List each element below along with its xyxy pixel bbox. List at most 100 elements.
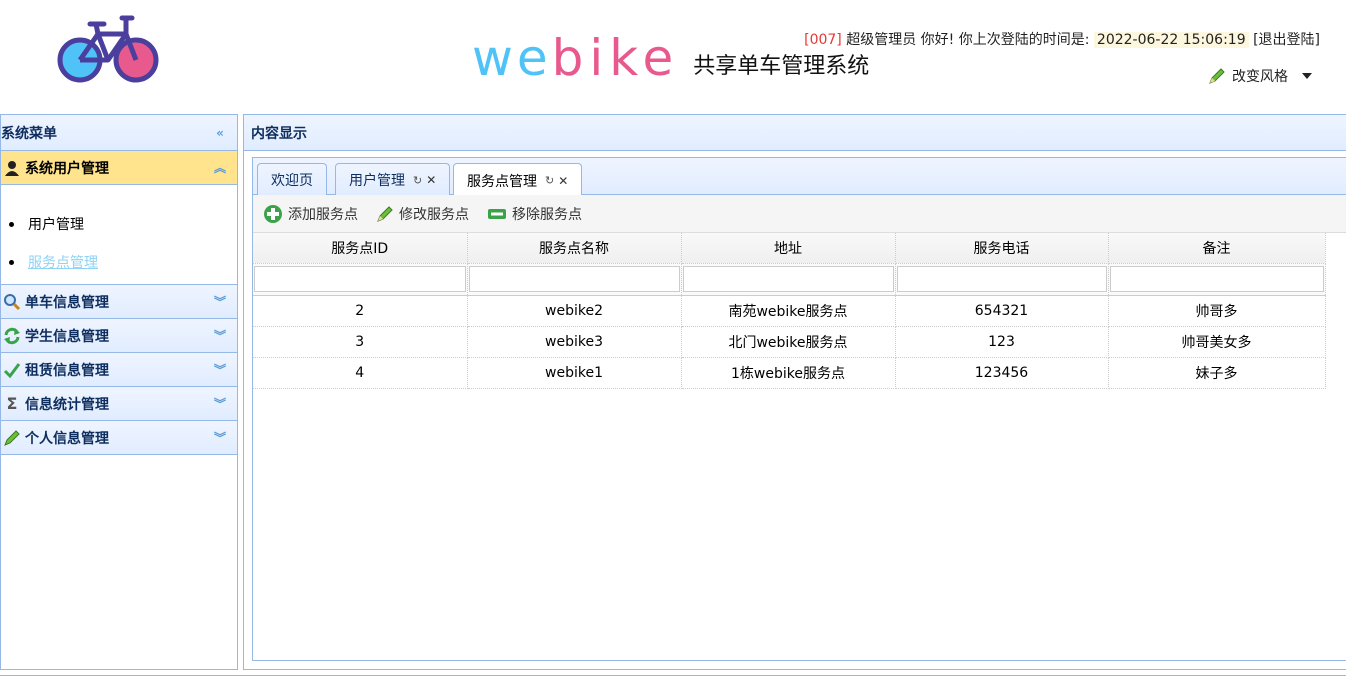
menu-item-user-management[interactable]: 用户管理 [1,205,237,243]
logout-link[interactable]: [退出登陆] [1253,32,1320,48]
table-row[interactable]: 2 webike2 南苑webike服务点 654321 帅哥多 [253,295,1326,327]
cell-id: 3 [253,326,468,358]
content-panel-title: 内容显示 [251,125,307,142]
system-menu-title: 系统菜单 [1,125,57,142]
add-service-point-button[interactable]: 添加服务点 [263,204,358,224]
cell-name: webike2 [467,295,682,327]
menu-section-label: 学生信息管理 [25,328,109,345]
bicycle-logo-icon [57,15,159,83]
column-header-address[interactable]: 地址 [681,233,896,264]
cell-remark: 帅哥多 [1108,295,1326,327]
change-style-button[interactable]: 改变风格 [1208,66,1312,86]
system-menu-panel: 系统菜单 « 系统用户管理 ︽ 用户管理 服务点管理 单车信息管理 ︾ 学生信息… [0,114,238,670]
footer-divider [0,675,1346,679]
user-info-bar: [007] 超级管理员 你好! 你上次登陆的时间是: 2022-06-22 15… [804,29,1320,49]
menu-section-student-info[interactable]: 学生信息管理 ︾ [1,319,237,353]
tab-welcome[interactable]: 欢迎页 [257,163,327,196]
content-panel: 内容显示 欢迎页 用户管理 ↻ ✕ 服务点管理 ↻ ✕ 添加服务点 修改服务点 … [243,114,1346,670]
user-id: [007] [804,32,842,48]
header: we bike 共享单车管理系统 [007] 超级管理员 你好! 你上次登陆的时… [0,0,1346,108]
cell-remark: 妹子多 [1108,357,1326,389]
tab-service-point-management[interactable]: 服务点管理 ↻ ✕ [453,163,583,197]
greeting-text: 超级管理员 你好! 你上次登陆的时间是: [846,32,1090,48]
expand-down-icon[interactable]: ︾ [213,329,227,343]
column-header-phone[interactable]: 服务电话 [895,233,1109,264]
refresh-icon[interactable]: ↻ [545,174,554,187]
user-icon [5,160,19,176]
filter-input-remark[interactable] [1109,266,1324,292]
service-point-table: 服务点ID 服务点名称 地址 服务电话 备注 2 webike2 南苑webik… [253,233,1326,389]
remove-service-point-button[interactable]: 移除服务点 [487,204,582,224]
filter-input-address[interactable] [682,266,894,292]
tab-label: 用户管理 [349,173,405,189]
datagrid-toolbar: 添加服务点 修改服务点 移除服务点 [253,195,1346,233]
cell-phone: 123456 [895,357,1109,389]
edit-label: 修改服务点 [399,206,469,223]
close-icon[interactable]: ✕ [558,174,568,188]
collapse-left-icon[interactable]: « [213,126,227,140]
menu-section-label: 个人信息管理 [25,430,109,447]
menu-section-bike-info[interactable]: 单车信息管理 ︾ [1,285,237,319]
pencil-icon [1209,68,1225,84]
filter-row [253,263,1326,296]
system-menu-header: 系统菜单 « [1,115,237,151]
cell-name: webike3 [467,326,682,358]
filter-input-name[interactable] [468,266,680,292]
expand-down-icon[interactable]: ︾ [213,431,227,445]
table-row[interactable]: 4 webike1 1栋webike服务点 123456 妹子多 [253,357,1326,389]
add-icon [264,204,282,223]
menu-section-rental-info[interactable]: 租赁信息管理 ︾ [1,353,237,387]
tab-content: 添加服务点 修改服务点 移除服务点 服务点ID 服务点名称 地址 服务电话 备注… [252,195,1346,661]
cell-id: 2 [253,295,468,327]
expand-down-icon[interactable]: ︾ [213,363,227,377]
add-label: 添加服务点 [288,206,358,223]
tab-label: 欢迎页 [271,173,313,189]
brand-bike-text: bike [551,29,680,87]
close-icon[interactable]: ✕ [426,173,436,187]
menu-section-system-users-body: 用户管理 服务点管理 [1,185,237,285]
menu-item-label[interactable]: 服务点管理 [28,252,98,272]
tab-label: 服务点管理 [467,173,537,190]
bullet-icon [9,259,14,265]
filter-input-id[interactable] [254,266,466,292]
sigma-icon: Σ [6,394,18,413]
brand-web-text: we [472,29,552,87]
remove-label: 移除服务点 [512,206,582,223]
menu-section-system-users[interactable]: 系统用户管理 ︽ [1,151,237,185]
cell-remark: 帅哥美女多 [1108,326,1326,358]
pencil-icon [377,205,393,222]
column-header-remark[interactable]: 备注 [1108,233,1326,264]
column-header-name[interactable]: 服务点名称 [467,233,682,264]
menu-section-statistics[interactable]: Σ 信息统计管理 ︾ [1,387,237,421]
tab-user-management[interactable]: 用户管理 ↻ ✕ [335,163,451,196]
edit-service-point-button[interactable]: 修改服务点 [376,204,469,224]
column-header-id[interactable]: 服务点ID [253,233,468,264]
cell-address: 南苑webike服务点 [681,295,896,327]
pencil-icon [4,429,20,446]
menu-section-label: 单车信息管理 [25,294,109,311]
menu-section-label: 信息统计管理 [25,396,109,413]
magnifier-icon [4,293,21,310]
cell-name: webike1 [467,357,682,389]
cell-id: 4 [253,357,468,389]
cell-phone: 654321 [895,295,1109,327]
expand-down-icon[interactable]: ︾ [213,295,227,309]
checkmark-icon [3,362,21,378]
menu-item-service-point-management[interactable]: 服务点管理 [1,243,237,281]
change-style-label: 改变风格 [1232,69,1288,85]
table-header-row: 服务点ID 服务点名称 地址 服务电话 备注 [253,233,1326,264]
filter-input-phone[interactable] [896,266,1107,292]
menu-section-label: 系统用户管理 [25,160,109,177]
menu-section-personal-info[interactable]: 个人信息管理 ︾ [1,421,237,455]
cell-address: 北门webike服务点 [681,326,896,358]
cell-address: 1栋webike服务点 [681,357,896,389]
system-subtitle: 共享单车管理系统 [693,54,870,79]
refresh-icon[interactable]: ↻ [413,174,422,187]
expand-down-icon[interactable]: ︾ [213,397,227,411]
table-row[interactable]: 3 webike3 北门webike服务点 123 帅哥美女多 [253,326,1326,358]
dropdown-caret-icon [1302,73,1312,79]
last-login-time: 2022-06-22 15:06:19 [1093,32,1249,48]
collapse-up-icon[interactable]: ︽ [213,161,227,175]
menu-section-label: 租赁信息管理 [25,362,109,379]
menu-item-label[interactable]: 用户管理 [28,214,84,234]
